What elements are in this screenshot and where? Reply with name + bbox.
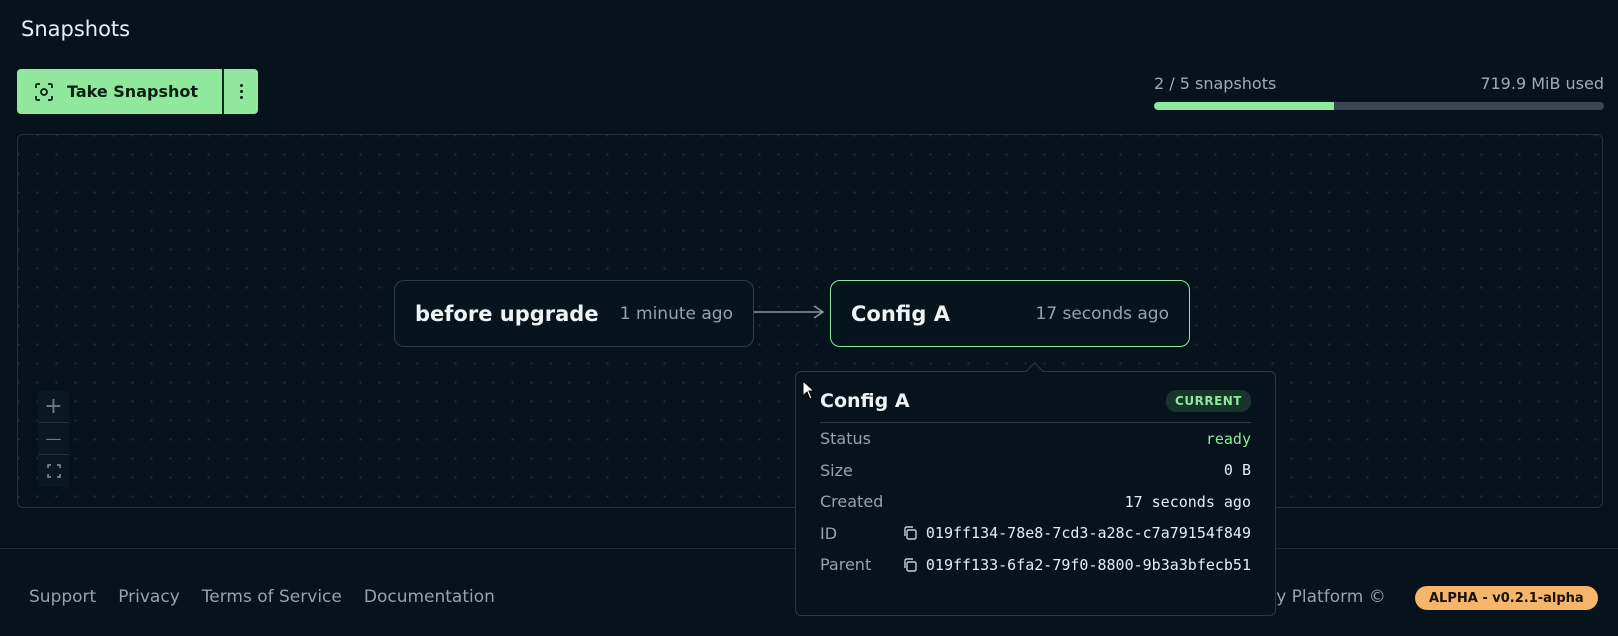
detail-label: Created bbox=[820, 492, 884, 512]
usage-progress-fill bbox=[1154, 102, 1334, 110]
detail-row-size: Size 0 B bbox=[820, 455, 1251, 487]
id-text: 019ff134-78e8-7cd3-a28c-c7a79154f849 bbox=[925, 524, 1251, 543]
mouse-cursor-icon bbox=[802, 380, 816, 400]
snapshot-details-popover: Config A CURRENT Status ready Size 0 B C… bbox=[795, 371, 1276, 616]
version-badge: ALPHA - v0.2.1-alpha bbox=[1415, 586, 1598, 610]
fit-view-button[interactable] bbox=[38, 455, 69, 487]
zoom-out-button[interactable]: — bbox=[38, 423, 69, 455]
node-time: 17 seconds ago bbox=[1035, 303, 1169, 324]
detail-label: Parent bbox=[820, 555, 872, 575]
parent-text: 019ff133-6fa2-79f0-8800-9b3a3bfecb51 bbox=[925, 555, 1251, 574]
footer-link-privacy[interactable]: Privacy bbox=[118, 587, 180, 607]
snapshot-usage: 2 / 5 snapshots 719.9 MiB used bbox=[1154, 74, 1604, 110]
detail-row-status: Status ready bbox=[820, 423, 1251, 455]
copy-icon[interactable] bbox=[902, 557, 918, 573]
node-name: Config A bbox=[851, 301, 950, 326]
take-snapshot-button[interactable]: Take Snapshot bbox=[17, 69, 222, 114]
camera-focus-icon bbox=[35, 82, 53, 101]
vertical-dots-icon bbox=[239, 84, 243, 99]
minus-icon: — bbox=[45, 429, 62, 448]
detail-label: Size bbox=[820, 460, 853, 480]
snapshot-node-before-upgrade[interactable]: before upgrade 1 minute ago bbox=[394, 280, 754, 347]
take-snapshot-label: Take Snapshot bbox=[67, 82, 198, 101]
node-time: 1 minute ago bbox=[619, 303, 733, 324]
fit-view-icon bbox=[46, 464, 61, 478]
parent-value: 019ff133-6fa2-79f0-8800-9b3a3bfecb51 bbox=[902, 556, 1251, 574]
zoom-in-button[interactable]: + bbox=[38, 391, 69, 423]
popover-title: Config A bbox=[820, 390, 910, 412]
plus-icon: + bbox=[44, 394, 63, 419]
zoom-controls: + — bbox=[38, 391, 69, 487]
snapshot-node-config-a[interactable]: Config A 17 seconds ago bbox=[830, 280, 1190, 347]
detail-label: Status bbox=[820, 429, 871, 449]
usage-progress-bar bbox=[1154, 102, 1604, 110]
snapshot-more-button[interactable] bbox=[222, 69, 258, 114]
page-title: Snapshots bbox=[21, 17, 131, 41]
detail-row-id: ID 019ff134-78e8-7cd3-a28c-c7a79154f849 bbox=[820, 518, 1251, 550]
status-value: ready bbox=[1205, 429, 1251, 448]
snapshot-count: 2 / 5 snapshots bbox=[1154, 74, 1277, 93]
size-value: 0 B bbox=[1223, 461, 1251, 480]
footer-links: Support Privacy Terms of Service Documen… bbox=[29, 587, 495, 607]
node-name: before upgrade bbox=[415, 301, 599, 326]
detail-row-parent: Parent 019ff133-6fa2-79f0-8800-9b3a3bfec… bbox=[820, 549, 1251, 581]
footer-link-terms[interactable]: Terms of Service bbox=[202, 587, 342, 607]
current-badge: CURRENT bbox=[1166, 390, 1251, 412]
id-value: 019ff134-78e8-7cd3-a28c-c7a79154f849 bbox=[902, 524, 1251, 542]
take-snapshot-button-group: Take Snapshot bbox=[17, 69, 258, 114]
detail-row-created: Created 17 seconds ago bbox=[820, 486, 1251, 518]
detail-label: ID bbox=[820, 523, 838, 543]
created-value: 17 seconds ago bbox=[1124, 492, 1251, 511]
copy-icon[interactable] bbox=[902, 525, 918, 541]
footer-link-documentation[interactable]: Documentation bbox=[364, 587, 495, 607]
storage-used: 719.9 MiB used bbox=[1480, 74, 1604, 93]
footer-link-support[interactable]: Support bbox=[29, 587, 96, 607]
